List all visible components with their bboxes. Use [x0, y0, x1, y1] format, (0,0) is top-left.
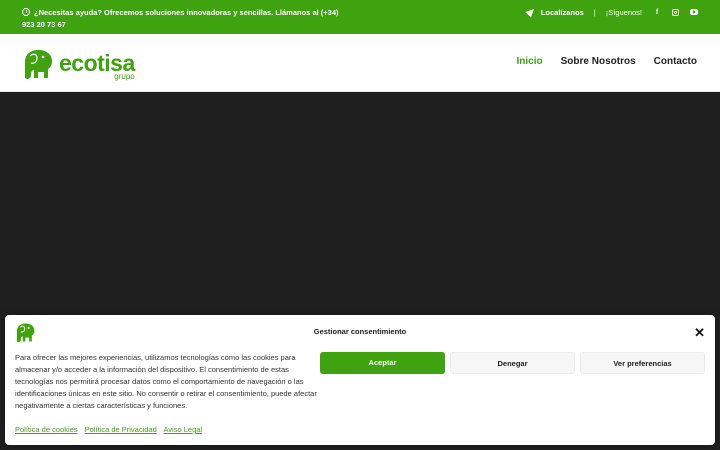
logo-text: ecotisa grupo: [59, 50, 135, 81]
follow-label: ¡Síguenos!: [605, 7, 642, 17]
privacy-policy-link[interactable]: Política de Privacidad: [85, 425, 157, 434]
cookie-policy-link[interactable]: Política de cookies: [15, 425, 78, 434]
close-icon[interactable]: ✕: [694, 326, 705, 339]
cookie-policy-links: Política de cookies Política de Privacid…: [15, 425, 207, 434]
site-header: ecotisa grupo Inicio Sobre Nosotros Cont…: [0, 34, 720, 92]
accept-button[interactable]: Aceptar: [320, 352, 445, 374]
clock-icon: [22, 8, 30, 16]
instagram-icon[interactable]: [672, 8, 679, 16]
deny-button[interactable]: Denegar: [450, 352, 575, 374]
topbar-right: Localízanos | ¡Síguenos! f: [525, 6, 698, 18]
logo-subtitle: grupo: [114, 72, 135, 81]
main-nav: Inicio Sobre Nosotros Contacto: [499, 56, 697, 67]
cookie-description: Para ofrecer las mejores experiencias, u…: [15, 353, 317, 410]
nav-item-sobre-nosotros[interactable]: Sobre Nosotros: [561, 56, 636, 67]
cookie-dialog-title: Gestionar consentimiento: [313, 327, 407, 336]
help-text: ¿Necesitas ayuda? Ofrecemos soluciones i…: [22, 8, 339, 29]
logo-wordmark: ecotisa: [59, 50, 135, 76]
location-arrow-icon: [525, 6, 537, 18]
location-link[interactable]: Localízanos: [541, 8, 584, 17]
nav-item-contacto[interactable]: Contacto: [654, 56, 697, 67]
view-preferences-button[interactable]: Ver preferencias: [580, 352, 705, 374]
facebook-icon[interactable]: f: [653, 9, 661, 16]
help-message: ¿Necesitas ayuda? Ofrecemos soluciones i…: [22, 7, 352, 31]
cookie-consent-dialog: Gestionar consentimiento ✕ Para ofrecer …: [5, 315, 715, 445]
elephant-logo-icon: [25, 50, 52, 79]
top-bar: ¿Necesitas ayuda? Ofrecemos soluciones i…: [0, 0, 720, 34]
youtube-icon[interactable]: [690, 9, 698, 15]
legal-notice-link[interactable]: Aviso Legal: [163, 425, 202, 434]
nav-item-inicio[interactable]: Inicio: [517, 56, 543, 67]
separator: |: [593, 7, 596, 17]
site-logo[interactable]: ecotisa grupo: [22, 48, 135, 81]
